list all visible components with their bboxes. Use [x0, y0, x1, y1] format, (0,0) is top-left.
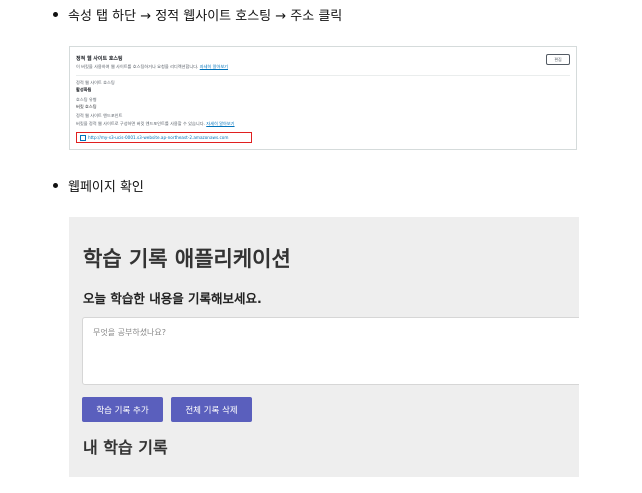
- endpoint-url-text[interactable]: http://my-s3-ucis-0001.s3-website.ap-nor…: [88, 135, 228, 140]
- add-record-button[interactable]: 학습 기록 추가: [82, 397, 163, 422]
- console-description-text: 이 버킷을 사용하여 웹 사이트를 호스팅하거나 요청을 리디렉션합니다.: [76, 64, 199, 69]
- console-description: 이 버킷을 사용하여 웹 사이트를 호스팅하거나 요청을 리디렉션합니다. 자세…: [76, 64, 228, 70]
- row-value-hosting: 활성화됨: [76, 87, 92, 92]
- external-link-icon: [80, 134, 86, 141]
- step-text-1: 속성 탭 하단 → 정적 웹사이트 호스팅 → 주소 클릭: [68, 9, 343, 24]
- console-learn-more-link[interactable]: 자세히 알아보기: [200, 64, 228, 69]
- webapp-title: 학습 기록 애플리케이션: [83, 247, 291, 271]
- console-section-title: 정적 웹 사이트 호스팅: [76, 56, 123, 62]
- endpoint-note: 버킷을 정적 웹 사이트로 구성하면 버킷 엔드포인트를 사용할 수 있습니다.…: [76, 121, 235, 127]
- step-bullet-1: 속성 탭 하단 → 정적 웹사이트 호스팅 → 주소 클릭: [53, 5, 342, 24]
- row-label-type: 호스팅 유형: [76, 97, 97, 102]
- divider: [76, 75, 570, 76]
- row-value-type: 버킷 호스팅: [76, 104, 97, 109]
- step-bullet-2: 웹페이지 확인: [53, 176, 144, 195]
- endpoint-note-text: 버킷을 정적 웹 사이트로 구성하면 버킷 엔드포인트를 사용할 수 있습니다.: [76, 121, 205, 126]
- step-text-2: 웹페이지 확인: [68, 180, 144, 195]
- endpoint-learn-more-link[interactable]: 자세히 알아보기: [206, 121, 234, 126]
- bullet-dot: [53, 183, 58, 188]
- row-label-endpoint: 정적 웹 사이트 엔드포인트: [76, 113, 123, 118]
- edit-button[interactable]: 편집: [546, 54, 570, 65]
- records-list-title: 내 학습 기록: [83, 438, 168, 457]
- s3-console-screenshot: 정적 웹 사이트 호스팅 이 버킷을 사용하여 웹 사이트를 호스팅하거나 요청…: [69, 46, 577, 150]
- webapp-subtitle: 오늘 학습한 내용을 기록해보세요.: [83, 291, 262, 306]
- bullet-dot: [53, 12, 58, 17]
- delete-all-button[interactable]: 전체 기록 삭제: [171, 397, 252, 422]
- endpoint-url-link[interactable]: http://my-s3-ucis-0001.s3-website.ap-nor…: [76, 132, 252, 143]
- row-label-hosting: 정적 웹 사이트 호스팅: [76, 80, 115, 85]
- webapp-screenshot: 학습 기록 애플리케이션 오늘 학습한 내용을 기록해보세요. 무엇을 공부하셨…: [69, 217, 579, 477]
- study-textarea[interactable]: 무엇을 공부하셨나요?: [82, 317, 579, 385]
